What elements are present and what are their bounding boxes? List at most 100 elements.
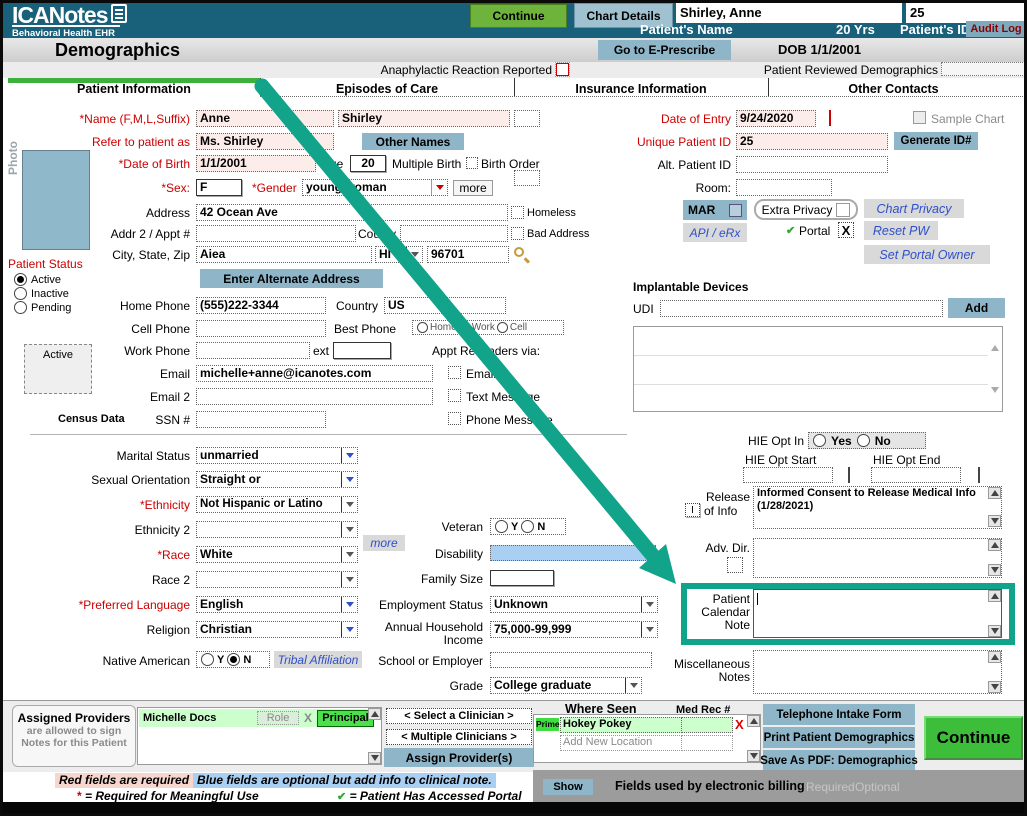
income-dropdown[interactable]: 75,000-99,999 — [490, 621, 658, 638]
adv-dir-checkbox[interactable] — [727, 557, 743, 573]
school-field[interactable] — [490, 652, 652, 668]
employment-dropdown[interactable]: Unknown — [490, 596, 658, 613]
select-clinician-button[interactable]: < Select a Clinician > — [386, 708, 532, 724]
continue-bottom-button[interactable]: Continue — [924, 716, 1023, 760]
work-phone-field[interactable] — [196, 342, 310, 359]
miscellaneous-notes-field[interactable] — [753, 650, 1002, 694]
location-field[interactable]: Hokey Pokey — [560, 717, 684, 733]
scroll-down-icon[interactable] — [988, 564, 1001, 576]
email2-field[interactable] — [196, 388, 433, 405]
date-of-entry-field[interactable]: 9/24/2020 — [736, 110, 816, 127]
generate-id-button[interactable]: Generate ID# — [894, 132, 978, 150]
gender-dropdown[interactable]: young woman — [302, 179, 448, 196]
age-field[interactable]: 20 — [350, 155, 386, 172]
provider-remove-button[interactable]: X — [304, 711, 312, 725]
patient-id-field[interactable]: 25 — [906, 2, 1027, 23]
tab-other-contacts[interactable]: Other Contacts — [768, 82, 1019, 96]
race-dropdown[interactable]: White — [196, 546, 358, 563]
home-phone-field[interactable]: (555)222-3344 — [196, 297, 326, 314]
alt-id-field[interactable] — [736, 156, 888, 173]
audit-log-button[interactable]: Audit Log — [966, 21, 1026, 37]
ethnicity2-dropdown[interactable] — [196, 521, 358, 538]
portal-checkbox[interactable]: X — [838, 222, 854, 238]
calendar-icon[interactable] — [829, 110, 831, 126]
cell-phone-field[interactable] — [196, 320, 326, 337]
zip-field[interactable]: 96701 — [427, 246, 509, 263]
radio-best-home[interactable] — [417, 322, 428, 333]
tab-insurance-information[interactable]: Insurance Information — [514, 82, 768, 96]
suffix-field[interactable] — [514, 110, 540, 127]
set-portal-owner-button[interactable]: Set Portal Owner — [864, 245, 990, 264]
reminder-phone-checkbox[interactable] — [448, 412, 461, 425]
scroll-up-icon[interactable] — [368, 708, 381, 720]
zip-search-icon[interactable] — [514, 247, 524, 257]
radio-best-cell[interactable] — [497, 322, 508, 333]
show-button[interactable]: Show — [543, 779, 593, 795]
scroll-up-icon[interactable] — [988, 590, 1001, 602]
family-size-field[interactable] — [490, 570, 554, 586]
bad-address-checkbox[interactable] — [511, 227, 524, 240]
scroll-up-icon[interactable] — [747, 715, 760, 727]
addr2-field[interactable] — [196, 225, 356, 242]
scroll-up-icon[interactable] — [991, 331, 999, 345]
state-dropdown[interactable]: HI — [375, 246, 423, 263]
city-field[interactable]: Aiea — [196, 246, 372, 263]
provider-row[interactable]: Michelle Docs Role X Principal — [139, 709, 367, 727]
email-field[interactable]: michelle+anne@icanotes.com — [196, 365, 433, 382]
scroll-down-icon[interactable] — [988, 515, 1001, 527]
radio-veteran-yes[interactable] — [495, 520, 508, 533]
first-name-field[interactable]: Anne — [196, 110, 334, 127]
delete-location-button[interactable]: X — [735, 717, 744, 732]
multiple-birth-checkbox[interactable] — [466, 157, 478, 169]
scroll-up-icon[interactable] — [988, 651, 1001, 663]
release-of-info-list[interactable]: Informed Consent to Release Medical Info… — [753, 486, 1002, 529]
continue-top-button[interactable]: Continue — [470, 4, 567, 28]
assigned-providers-list[interactable]: Michelle Docs Role X Principal — [137, 707, 382, 765]
tab-episodes-of-care[interactable]: Episodes of Care — [260, 82, 514, 96]
radio-veteran-no[interactable] — [521, 520, 534, 533]
grade-dropdown[interactable]: College graduate — [490, 677, 642, 694]
radio-active[interactable] — [14, 273, 27, 286]
print-demographics-button[interactable]: Print Patient Demographics — [763, 727, 915, 748]
radio-best-work[interactable] — [459, 322, 470, 333]
radio-native-yes[interactable] — [201, 653, 214, 666]
mar-button[interactable]: MAR — [683, 200, 747, 220]
udi-field[interactable] — [660, 300, 943, 317]
adv-dir-list[interactable] — [753, 538, 1002, 578]
multiple-clinicians-button[interactable]: < Multiple Clinicians > — [386, 729, 532, 745]
chevron-down-icon[interactable] — [341, 497, 357, 512]
scroll-up-icon[interactable] — [988, 539, 1001, 551]
room-field[interactable] — [736, 179, 832, 196]
ethnicity-dropdown[interactable]: Not Hispanic or Latino — [196, 496, 358, 513]
county-field[interactable] — [400, 225, 508, 242]
scroll-down-icon[interactable] — [988, 625, 1001, 637]
provider-role-field[interactable]: Role — [257, 711, 299, 725]
patient-name-field[interactable]: Shirley, Anne — [676, 2, 902, 23]
orientation-dropdown[interactable]: Straight or — [196, 471, 358, 488]
religion-dropdown[interactable]: Christian — [196, 621, 358, 638]
udi-add-button[interactable]: Add — [948, 298, 1005, 318]
chevron-down-icon[interactable] — [406, 247, 422, 262]
telephone-intake-button[interactable]: Telephone Intake Form — [763, 704, 915, 725]
reminder-email-checkbox[interactable] — [448, 366, 461, 379]
ext-field[interactable] — [333, 342, 391, 359]
eprescribe-button[interactable]: Go to E-Prescribe — [598, 40, 731, 60]
principal-button[interactable]: Principal — [317, 710, 374, 727]
release-info-button[interactable]: I — [685, 503, 700, 517]
chevron-down-icon[interactable] — [625, 678, 641, 693]
other-names-button[interactable]: Other Names — [362, 133, 464, 150]
gender-more-button[interactable]: more — [453, 180, 493, 196]
reviewed-field[interactable] — [941, 62, 1025, 76]
dob-field[interactable]: 1/1/2001 — [196, 155, 316, 172]
chart-privacy-button[interactable]: Chart Privacy — [864, 199, 964, 218]
race2-dropdown[interactable] — [196, 571, 358, 588]
language-dropdown[interactable]: English — [196, 596, 358, 613]
scroll-down-icon[interactable] — [747, 750, 760, 762]
country-field[interactable]: US — [384, 297, 506, 314]
scroll-down-icon[interactable] — [368, 752, 381, 764]
implantable-devices-list[interactable] — [633, 326, 1003, 412]
radio-native-no[interactable] — [227, 653, 240, 666]
calendar-icon[interactable] — [848, 467, 850, 483]
anaphylactic-checkbox[interactable] — [556, 63, 569, 76]
extra-privacy-checkbox[interactable] — [836, 203, 850, 217]
